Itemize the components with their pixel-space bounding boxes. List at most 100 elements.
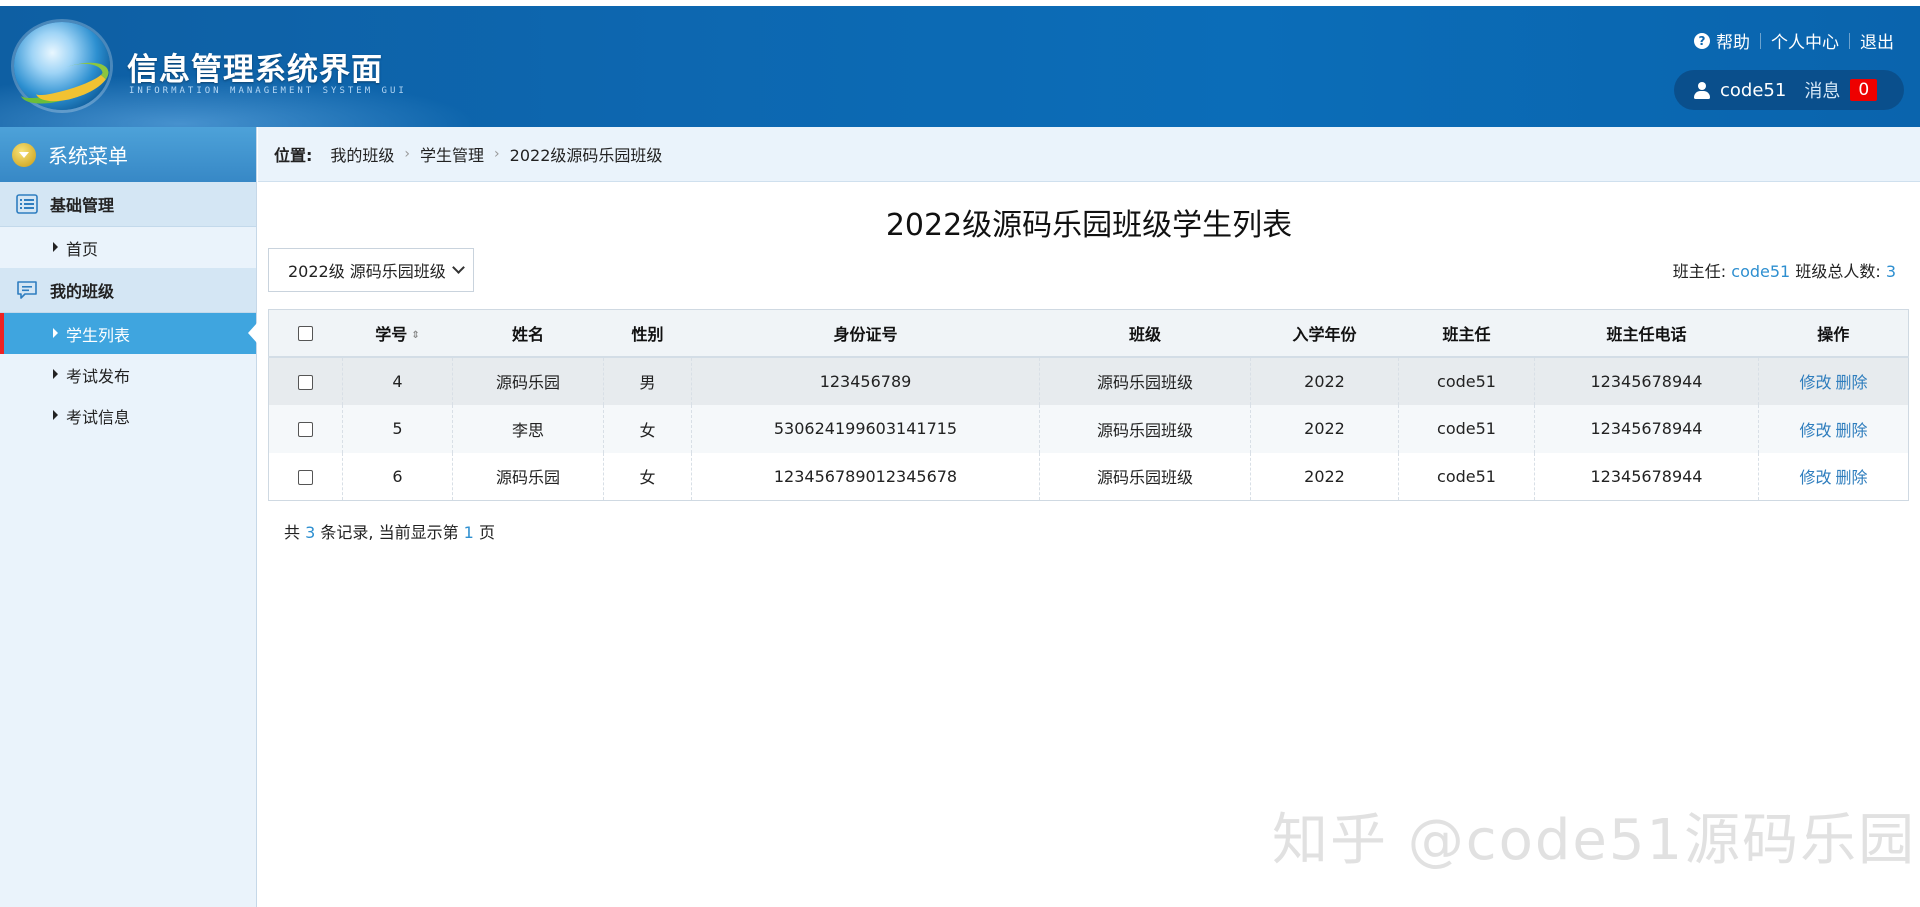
column-header: 班主任: [1398, 309, 1535, 358]
chat-icon: [17, 281, 37, 299]
edit-link[interactable]: 修改: [1799, 373, 1831, 392]
sidebar-item-exam-info[interactable]: 考试信息: [0, 395, 256, 436]
select-all-cell: [268, 309, 343, 358]
sidebar-item-home[interactable]: 首页: [0, 227, 256, 268]
cell-teacher: code51: [1398, 452, 1535, 501]
cell-id-card: 123456789: [691, 356, 1040, 405]
cell-class: 源码乐园班级: [1039, 452, 1251, 501]
row-select-cell: [268, 452, 343, 501]
app-header: 信息管理系统界面 INFORMATION MANAGEMENT SYSTEM G…: [0, 6, 1920, 127]
list-icon: [16, 194, 38, 214]
help-link[interactable]: ? 帮助: [1694, 28, 1750, 53]
chevron-right-icon: ›: [494, 146, 500, 162]
sidebar-group-my-class[interactable]: 我的班级: [0, 268, 256, 313]
cell-phone: 12345678944: [1534, 404, 1759, 453]
column-header: 班主任电话: [1534, 309, 1759, 358]
column-header: 班级: [1039, 309, 1251, 358]
table-row: 5 李思 女 530624199603141715 源码乐园班级 2022 co…: [268, 404, 1909, 453]
cell-name: 李思: [452, 404, 604, 453]
pager-prefix: 共: [284, 523, 301, 542]
help-icon: ?: [1694, 32, 1710, 49]
students-table: 学号 ⇕ 姓名 性别 身份证号 班级 入学年份 班主任 班主任电话 操作 4 源码…: [268, 309, 1909, 501]
row-checkbox[interactable]: [298, 374, 313, 390]
column-header: 姓名: [452, 309, 604, 358]
edit-link[interactable]: 修改: [1799, 421, 1831, 440]
pager-total: 3: [305, 523, 316, 542]
cell-gender: 男: [603, 356, 692, 405]
breadcrumb: 位置: 我的班级 › 学生管理 › 2022级源码乐园班级: [258, 127, 1920, 182]
row-checkbox[interactable]: [298, 469, 313, 485]
cell-id: 4: [342, 356, 453, 405]
cell-name: 源码乐园: [452, 356, 604, 405]
caret-right-icon: [53, 410, 58, 420]
app-subtitle: INFORMATION MANAGEMENT SYSTEM GUI: [129, 86, 407, 96]
breadcrumb-item[interactable]: 2022级源码乐园班级: [510, 142, 663, 166]
cell-phone: 12345678944: [1534, 452, 1759, 501]
sidebar-item-label: 考试发布: [66, 366, 131, 386]
pager-mid: 条记录, 当前显示第: [320, 523, 459, 542]
sort-icon[interactable]: ⇕: [411, 330, 419, 341]
cell-teacher: code51: [1398, 356, 1535, 405]
breadcrumb-item[interactable]: 我的班级: [330, 142, 394, 166]
row-select-cell: [268, 404, 343, 453]
cell-id: 5: [342, 404, 453, 453]
row-select-cell: [268, 356, 343, 405]
user-icon: [1694, 81, 1710, 99]
column-header: 身份证号: [691, 309, 1040, 358]
menu-toggle-icon[interactable]: [12, 142, 36, 167]
class-select-value: 2022级 源码乐园班级: [288, 262, 446, 281]
caret-right-icon: [53, 242, 58, 252]
sidebar-title: 系统菜单: [48, 144, 128, 168]
column-header: 入学年份: [1250, 309, 1399, 358]
class-select[interactable]: 2022级 源码乐园班级: [268, 248, 474, 292]
table-row: 6 源码乐园 女 123456789012345678 源码乐园班级 2022 …: [268, 452, 1909, 501]
delete-link[interactable]: 删除: [1836, 468, 1868, 487]
cell-year: 2022: [1250, 404, 1399, 453]
delete-link[interactable]: 删除: [1836, 421, 1868, 440]
delete-link[interactable]: 删除: [1836, 373, 1868, 392]
help-label: 帮助: [1716, 33, 1750, 53]
cell-class: 源码乐园班级: [1039, 404, 1251, 453]
cell-actions: 修改 删除: [1758, 452, 1909, 501]
row-checkbox[interactable]: [298, 422, 313, 437]
app-title: 信息管理系统界面: [127, 52, 383, 88]
cell-id-card: 123456789012345678: [691, 452, 1040, 501]
sidebar-item-exam-publish[interactable]: 考试发布: [0, 354, 256, 395]
user-box: code51 消息 0: [1674, 70, 1904, 110]
total-label: 班级总人数:: [1795, 262, 1881, 281]
chevron-right-icon: ›: [404, 146, 411, 162]
cell-actions: 修改 删除: [1758, 404, 1909, 453]
cell-id: 6: [342, 452, 453, 501]
sidebar-item-student-list[interactable]: 学生列表: [0, 313, 257, 354]
cell-phone: 12345678944: [1534, 356, 1759, 405]
head-teacher-value: code51: [1731, 262, 1791, 281]
column-header: 操作: [1758, 309, 1909, 358]
profile-link[interactable]: 个人中心: [1771, 28, 1839, 53]
breadcrumb-item[interactable]: 学生管理: [420, 142, 484, 166]
pager-page: 1: [463, 523, 474, 542]
total-value: 3: [1885, 262, 1896, 281]
breadcrumb-prefix: 位置:: [274, 146, 313, 165]
logout-link[interactable]: 退出: [1860, 28, 1894, 53]
edit-link[interactable]: 修改: [1799, 468, 1831, 487]
sidebar-item-label: 首页: [66, 239, 99, 259]
top-links: ? 帮助 个人中心 退出: [1694, 28, 1894, 53]
pagination-info: 共 3 条记录, 当前显示第 1 页: [284, 519, 495, 543]
column-header[interactable]: 学号 ⇕: [342, 309, 453, 358]
username[interactable]: code51: [1720, 80, 1786, 101]
caret-right-icon: [53, 328, 58, 338]
message-count-badge[interactable]: 0: [1850, 79, 1878, 101]
divider: [1760, 32, 1761, 49]
sidebar-group-basic[interactable]: 基础管理: [0, 182, 256, 227]
caret-right-icon: [53, 369, 58, 379]
cell-gender: 女: [603, 404, 692, 453]
select-all-checkbox[interactable]: [298, 326, 314, 342]
sidebar-item-label: 考试信息: [66, 407, 131, 427]
sidebar: 系统菜单 基础管理 首页 我的班级 学生列表 考试发布 考试信息: [0, 127, 257, 907]
chevron-down-icon: [452, 261, 465, 274]
cell-class: 源码乐园班级: [1039, 356, 1251, 405]
pager-suffix: 页: [478, 523, 495, 542]
message-link[interactable]: 消息: [1804, 77, 1840, 103]
cell-actions: 修改 删除: [1758, 356, 1909, 405]
column-header: 性别: [603, 309, 692, 358]
